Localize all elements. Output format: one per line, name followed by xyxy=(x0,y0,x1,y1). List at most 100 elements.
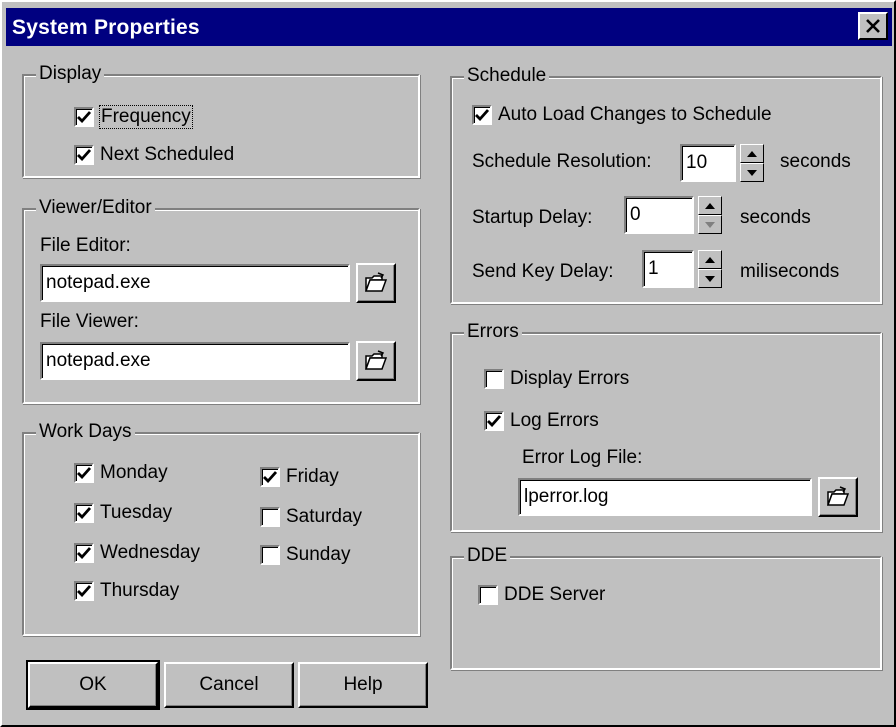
checkbox-box[interactable] xyxy=(484,369,504,389)
sunday-checkbox[interactable]: Sunday xyxy=(260,542,350,568)
checkbox-box[interactable] xyxy=(472,105,492,125)
checkbox-box[interactable] xyxy=(260,507,280,527)
checkbox-box[interactable] xyxy=(74,145,94,165)
checkbox-box[interactable] xyxy=(260,467,280,487)
saturday-checkbox[interactable]: Saturday xyxy=(260,504,362,530)
viewer-editor-group: Viewer/Editor File Editor: notepad.exe F… xyxy=(22,197,420,404)
friday-label: Friday xyxy=(286,466,339,487)
open-folder-icon xyxy=(364,350,388,370)
send-key-delay-label: Send Key Delay: xyxy=(472,261,614,282)
cancel-button[interactable]: Cancel xyxy=(164,662,294,708)
send-key-delay-unit: miliseconds xyxy=(740,261,840,282)
wednesday-checkbox[interactable]: Wednesday xyxy=(74,540,200,566)
send-key-delay-spinner[interactable] xyxy=(698,250,722,288)
checkbox-box[interactable] xyxy=(260,545,280,565)
file-editor-browse-button[interactable] xyxy=(356,263,396,303)
auto-load-label: Auto Load Changes to Schedule xyxy=(498,104,772,125)
file-editor-input[interactable]: notepad.exe xyxy=(40,264,350,302)
file-viewer-browse-button[interactable] xyxy=(356,341,396,381)
checkmark-icon xyxy=(263,471,277,483)
startup-delay-label: Startup Delay: xyxy=(472,207,593,228)
tuesday-label: Tuesday xyxy=(100,502,173,523)
checkbox-box[interactable] xyxy=(74,503,94,523)
next-scheduled-checkbox[interactable]: Next Scheduled xyxy=(74,142,234,168)
frequency-checkbox[interactable]: Frequency xyxy=(74,104,193,130)
frequency-label: Frequency xyxy=(99,105,193,129)
system-properties-dialog: System Properties Display Frequency Next… xyxy=(0,0,896,727)
thursday-checkbox[interactable]: Thursday xyxy=(74,578,179,604)
file-editor-label: File Editor: xyxy=(40,235,131,256)
close-icon xyxy=(866,19,880,33)
work-days-legend: Work Days xyxy=(36,421,135,443)
schedule-resolution-spinner[interactable] xyxy=(740,144,764,182)
close-button[interactable] xyxy=(858,12,888,40)
next-scheduled-label: Next Scheduled xyxy=(100,144,235,165)
checkbox-box[interactable] xyxy=(74,107,94,127)
checkbox-box[interactable] xyxy=(74,581,94,601)
log-errors-label: Log Errors xyxy=(510,410,599,431)
open-folder-icon xyxy=(364,272,388,292)
schedule-resolution-input[interactable]: 10 xyxy=(680,144,736,182)
log-errors-checkbox[interactable]: Log Errors xyxy=(484,408,599,434)
error-log-file-input[interactable]: lperror.log xyxy=(518,478,812,516)
spin-down-button[interactable] xyxy=(740,163,764,182)
tuesday-checkbox[interactable]: Tuesday xyxy=(74,500,172,526)
monday-label: Monday xyxy=(100,462,168,483)
dde-server-checkbox[interactable]: DDE Server xyxy=(478,582,605,608)
checkmark-icon xyxy=(77,547,91,559)
checkmark-icon xyxy=(77,507,91,519)
open-folder-icon xyxy=(826,486,850,506)
errors-group: Errors Display Errors Log Errors Error L… xyxy=(450,321,882,532)
spin-down-button[interactable] xyxy=(698,215,722,234)
cancel-button-label: Cancel xyxy=(199,674,259,695)
auto-load-checkbox[interactable]: Auto Load Changes to Schedule xyxy=(472,102,772,128)
title-bar: System Properties xyxy=(6,8,892,46)
checkbox-box[interactable] xyxy=(74,543,94,563)
send-key-delay-input[interactable]: 1 xyxy=(642,250,694,288)
arrow-down-icon xyxy=(705,221,715,228)
sunday-label: Sunday xyxy=(286,544,351,565)
dde-legend: DDE xyxy=(464,545,511,567)
dde-server-label: DDE Server xyxy=(504,584,606,605)
friday-checkbox[interactable]: Friday xyxy=(260,464,339,490)
checkbox-box[interactable] xyxy=(74,463,94,483)
thursday-label: Thursday xyxy=(100,580,180,601)
arrow-down-icon xyxy=(705,275,715,282)
display-errors-checkbox[interactable]: Display Errors xyxy=(484,366,629,392)
arrow-up-icon xyxy=(705,256,715,263)
spin-up-button[interactable] xyxy=(698,250,722,269)
arrow-up-icon xyxy=(747,150,757,157)
help-button-label: Help xyxy=(343,674,383,695)
display-errors-label: Display Errors xyxy=(510,368,630,389)
checkmark-icon xyxy=(475,109,489,121)
spin-up-button[interactable] xyxy=(698,196,722,215)
startup-delay-spinner[interactable] xyxy=(698,196,722,234)
file-viewer-label: File Viewer: xyxy=(40,311,139,332)
checkmark-icon xyxy=(77,467,91,479)
spin-up-button[interactable] xyxy=(740,144,764,163)
dde-group: DDE DDE Server xyxy=(450,545,882,670)
monday-checkbox[interactable]: Monday xyxy=(74,460,168,486)
help-button[interactable]: Help xyxy=(298,662,428,708)
error-log-file-label: Error Log File: xyxy=(522,447,643,468)
checkmark-icon xyxy=(77,111,91,123)
checkbox-box[interactable] xyxy=(478,585,498,605)
schedule-legend: Schedule xyxy=(464,65,550,87)
error-log-browse-button[interactable] xyxy=(818,477,858,517)
file-viewer-input[interactable]: notepad.exe xyxy=(40,342,350,380)
ok-button[interactable]: OK xyxy=(26,660,160,710)
display-legend: Display xyxy=(36,63,105,85)
startup-delay-input[interactable]: 0 xyxy=(624,196,694,234)
saturday-label: Saturday xyxy=(286,506,363,527)
work-days-group: Work Days Monday Tuesday Wednesday Thurs… xyxy=(22,421,420,636)
window-title: System Properties xyxy=(12,16,200,39)
schedule-resolution-unit: seconds xyxy=(780,151,851,172)
arrow-up-icon xyxy=(705,202,715,209)
arrow-down-icon xyxy=(747,169,757,176)
spin-down-button[interactable] xyxy=(698,269,722,288)
errors-legend: Errors xyxy=(464,321,522,343)
schedule-resolution-label: Schedule Resolution: xyxy=(472,151,652,172)
wednesday-label: Wednesday xyxy=(100,542,200,563)
ok-button-label: OK xyxy=(79,674,107,695)
checkbox-box[interactable] xyxy=(484,411,504,431)
